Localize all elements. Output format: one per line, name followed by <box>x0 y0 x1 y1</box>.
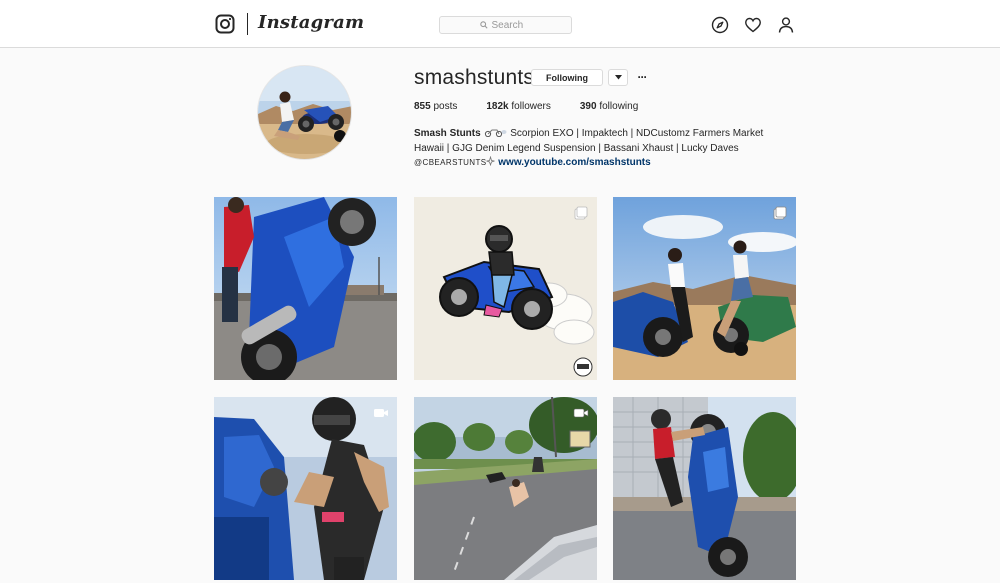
video-camera-icon <box>573 408 589 418</box>
following-stat[interactable]: 390 following <box>580 101 638 112</box>
post-image-6 <box>613 397 796 580</box>
post-image-4 <box>214 397 397 580</box>
compass-icon[interactable] <box>711 16 729 34</box>
posts-label: posts <box>433 101 458 112</box>
motorcycle-emoji-icon <box>485 129 507 138</box>
posts-stat: 855 posts <box>414 101 457 112</box>
profile-full-name: Smash Stunts <box>414 128 481 139</box>
heart-icon[interactable] <box>744 16 762 34</box>
bio-website-link[interactable]: www.youtube.com/smashstunts <box>498 157 650 168</box>
bio-line-3: @CBEARSTUNTS www.youtube.com/smashstunts <box>414 155 794 171</box>
search-input[interactable] <box>491 19 532 31</box>
suggestions-dropdown-button[interactable] <box>608 69 628 86</box>
post-image-5 <box>414 397 597 580</box>
top-nav-bar: Instagram <box>0 0 1000 48</box>
profile-bio: Smash Stunts Scorpion EXO | Impaktech | … <box>414 127 794 171</box>
post-image-3 <box>613 197 796 380</box>
instagram-wordmark[interactable]: Instagram <box>258 12 364 33</box>
carousel-icon <box>574 206 588 220</box>
profile-stats: 855 posts 182k followers 390 following <box>414 101 667 112</box>
search-box[interactable] <box>439 16 572 34</box>
search-icon <box>479 21 488 29</box>
post-thumbnail-6[interactable] <box>613 397 796 580</box>
post-image-1 <box>214 197 397 380</box>
more-options-button[interactable]: ··· <box>635 70 649 84</box>
instagram-camera-icon[interactable] <box>215 14 235 34</box>
post-thumbnail-1[interactable] <box>214 197 397 380</box>
post-image-2 <box>414 197 597 380</box>
post-thumbnail-5[interactable] <box>414 397 597 580</box>
profile-username: smashstunts <box>414 66 535 89</box>
following-count: 390 <box>579 101 597 112</box>
sparkle-emoji-icon <box>486 155 496 167</box>
followers-count: 182k <box>486 101 509 112</box>
bio-sponsors-2: Hawaii | GJG Denim Legend Suspension | B… <box>414 142 739 154</box>
triangle-down-icon <box>614 75 622 80</box>
posts-count: 855 <box>414 101 431 112</box>
following-label: following <box>599 101 639 112</box>
post-thumbnail-4[interactable] <box>214 397 397 580</box>
followers-label: followers <box>511 101 551 112</box>
bio-handle[interactable]: @CBEARSTUNTS <box>414 158 486 167</box>
bio-sponsors-1: Scorpion EXO | Impaktech | NDCustomz Far… <box>510 128 764 139</box>
post-thumbnail-2[interactable] <box>414 197 597 380</box>
post-thumbnail-3[interactable] <box>613 197 796 380</box>
video-camera-icon <box>374 409 388 417</box>
carousel-icon <box>773 206 787 220</box>
bio-line-1: Smash Stunts Scorpion EXO | Impaktech | … <box>414 127 794 142</box>
nav-divider <box>247 13 248 35</box>
followers-stat[interactable]: 182k followers <box>486 101 551 112</box>
profile-avatar <box>257 65 352 160</box>
person-icon[interactable] <box>777 16 795 34</box>
following-button[interactable]: Following <box>531 69 603 86</box>
